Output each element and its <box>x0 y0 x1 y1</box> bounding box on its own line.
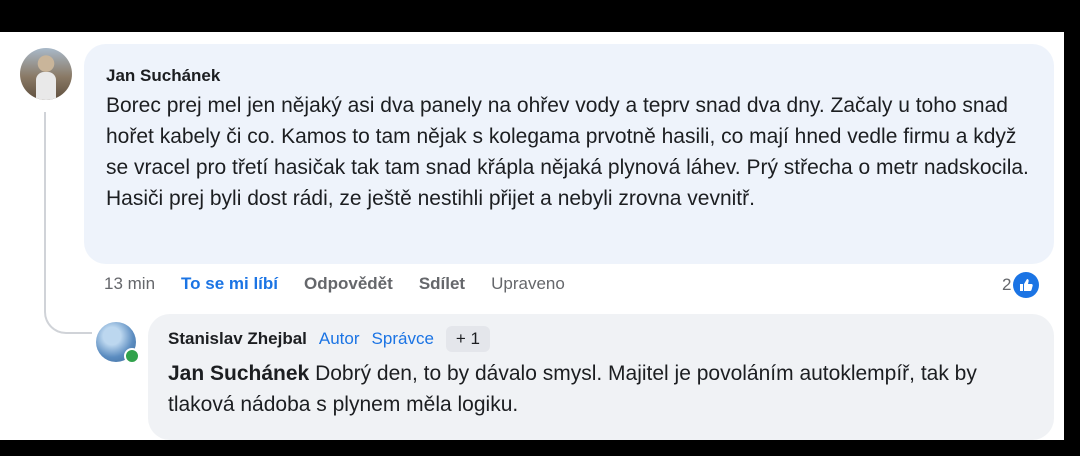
plus-badge[interactable]: + 1 <box>445 326 491 352</box>
comment-text: Borec prej mel jen nějaký asi dva panely… <box>106 94 1029 210</box>
screen-border <box>1064 32 1080 440</box>
reply-header: Stanislav Zhejbal Autor Správce + 1 <box>168 326 491 352</box>
like-button[interactable]: To se mi líbí <box>181 274 278 294</box>
thread-line <box>44 112 46 282</box>
reaction-count: 2 <box>1002 275 1012 294</box>
author-badge: Autor <box>318 329 360 348</box>
like-icon <box>1013 272 1040 298</box>
comments-panel: Jan Suchánek Borec prej mel jen nějaký a… <box>0 32 1064 440</box>
comment-actions: 13 min To se mi líbí Odpovědět Sdílet Up… <box>104 274 565 294</box>
share-button[interactable]: Sdílet <box>419 274 465 294</box>
reply-bubble: Stanislav Zhejbal Autor Správce + 1 Jan … <box>148 314 1054 440</box>
thread-connector <box>44 282 92 334</box>
online-status-icon <box>124 348 140 364</box>
reply-author[interactable]: Stanislav Zhejbal <box>168 329 307 349</box>
comment-time[interactable]: 13 min <box>104 274 155 294</box>
comment-author[interactable]: Jan Suchánek <box>106 66 220 86</box>
reaction-summary[interactable]: 2 <box>1002 272 1040 298</box>
admin-badge: Správce <box>371 329 434 348</box>
reply-button[interactable]: Odpovědět <box>304 274 393 294</box>
reply-text: Jan Suchánek Dobrý den, to by dávalo smy… <box>168 358 1018 420</box>
comment-bubble: Jan Suchánek Borec prej mel jen nějaký a… <box>84 44 1054 264</box>
avatar[interactable] <box>20 48 72 100</box>
edited-label: Upraveno <box>491 274 565 293</box>
mention-link[interactable]: Jan Suchánek <box>168 362 309 385</box>
